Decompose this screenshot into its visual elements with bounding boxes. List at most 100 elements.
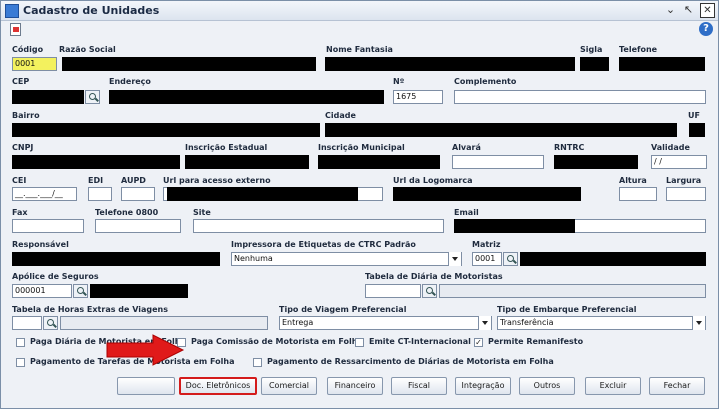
impressora-value: Nenhuma (234, 254, 273, 263)
validade-label: Validade (651, 143, 690, 152)
telefone0800-field[interactable] (95, 219, 181, 233)
permite-remanifesto-label: Permite Remanifesto (488, 337, 584, 346)
tabela-diaria-lookup-icon[interactable] (422, 284, 437, 298)
tipo-viagem-value: Entrega (282, 318, 314, 327)
altura-label: Altura (619, 176, 647, 185)
responsavel-field[interactable] (12, 252, 220, 266)
codigo-field[interactable]: 0001 (12, 57, 57, 71)
cnpj-field[interactable] (12, 155, 180, 169)
cei-label: CEI (12, 176, 27, 185)
uf-field[interactable] (689, 123, 705, 137)
altura-field[interactable] (619, 187, 657, 201)
outros-button[interactable]: Outros (519, 377, 575, 395)
tabela-diaria-name-field (439, 284, 706, 298)
impressora-select[interactable]: Nenhuma (231, 252, 462, 266)
bairro-label: Bairro (12, 111, 40, 120)
numero-label: Nº (393, 77, 405, 86)
responsavel-label: Responsável (12, 240, 69, 249)
apolice-lookup-icon[interactable] (73, 284, 88, 298)
pagamento-tarefas-checkbox[interactable] (16, 358, 25, 367)
cei-field[interactable]: __.___.___/__ (12, 187, 77, 201)
excluir-button[interactable]: Excluir (585, 377, 641, 395)
telefone-field[interactable] (619, 57, 705, 71)
tabela-horas-label: Tabela de Horas Extras de Viagens (12, 305, 168, 314)
permite-remanifesto-checkbox[interactable]: ✓ (474, 338, 483, 347)
rntrc-label: RNTRC (554, 143, 585, 152)
matriz-field[interactable]: 0001 (472, 252, 502, 266)
aupd-field[interactable] (121, 187, 155, 201)
tabela-diaria-field[interactable] (365, 284, 421, 298)
help-icon[interactable]: ? (699, 22, 713, 36)
nome-fantasia-label: Nome Fantasia (326, 45, 393, 54)
codigo-label: Código (12, 45, 44, 54)
largura-label: Largura (666, 176, 702, 185)
comercial-button[interactable]: Comercial (261, 377, 317, 395)
aupd-label: AUPD (121, 176, 146, 185)
razao-social-field[interactable] (62, 57, 316, 71)
inscricao-estadual-field[interactable] (185, 155, 309, 169)
endereco-label: Endereço (109, 77, 151, 86)
bairro-field[interactable] (12, 123, 320, 137)
doc-eletronicos-button[interactable]: Doc. Eletrônicos (179, 377, 257, 395)
tabela-horas-lookup-icon[interactable] (43, 316, 58, 330)
financeiro-button[interactable]: Financeiro (327, 377, 383, 395)
red-arrow-icon (106, 334, 185, 366)
validade-field[interactable]: / / (651, 155, 707, 169)
document-icon[interactable] (10, 23, 21, 36)
cidade-field[interactable] (325, 123, 677, 137)
integracao-button[interactable]: Integração (455, 377, 511, 395)
complemento-field[interactable] (454, 90, 706, 104)
paga-diaria-checkbox[interactable] (16, 338, 25, 347)
impressora-label: Impressora de Etiquetas de CTRC Padrão (231, 240, 416, 249)
restore-button[interactable]: ↖ (681, 3, 696, 18)
tipo-viagem-select[interactable]: Entrega (279, 316, 492, 330)
edi-field[interactable] (88, 187, 112, 201)
cep-field[interactable] (12, 90, 84, 104)
apolice-field[interactable]: 000001 (12, 284, 72, 298)
tipo-embarque-select[interactable]: Transferência (497, 316, 706, 330)
tipo-embarque-value: Transferência (500, 318, 554, 327)
tabela-horas-name-field (60, 316, 268, 330)
sigla-field[interactable] (580, 57, 609, 71)
emite-ct-internacional-checkbox[interactable] (355, 338, 364, 347)
paga-comissao-label: Paga Comissão de Motorista em Folha (191, 337, 363, 346)
fax-field[interactable] (12, 219, 84, 233)
chevron-down-icon[interactable] (478, 316, 491, 330)
fiscal-button[interactable]: Fiscal (391, 377, 447, 395)
rntrc-field[interactable] (554, 155, 638, 169)
pagamento-ressarcimento-checkbox[interactable] (253, 358, 262, 367)
fechar-button[interactable]: Fechar (649, 377, 705, 395)
largura-field[interactable] (666, 187, 706, 201)
complemento-label: Complemento (454, 77, 517, 86)
chevron-down-icon[interactable] (692, 316, 705, 330)
tipo-embarque-label: Tipo de Embarque Preferencial (497, 305, 637, 314)
endereco-field[interactable] (109, 90, 384, 104)
cep-label: CEP (12, 77, 30, 86)
uf-label: UF (688, 111, 700, 120)
tabela-horas-field[interactable] (12, 316, 42, 330)
minimize-button[interactable]: ⌄ (663, 3, 678, 18)
close-button[interactable]: ✕ (700, 3, 715, 18)
site-label: Site (193, 208, 211, 217)
numero-field[interactable]: 1675 (393, 90, 443, 104)
cep-lookup-icon[interactable] (85, 90, 100, 104)
window: Cadastro de Unidades ⌄ ↖ ✕ ? Código 0001… (0, 0, 719, 409)
matriz-name-field (520, 252, 706, 266)
sigla-label: Sigla (580, 45, 603, 54)
nome-fantasia-field[interactable] (325, 57, 575, 71)
site-field[interactable] (193, 219, 444, 233)
telefone0800-label: Telefone 0800 (95, 208, 159, 217)
edi-label: EDI (88, 176, 104, 185)
inscricao-municipal-field[interactable] (318, 155, 440, 169)
fax-label: Fax (12, 208, 28, 217)
app-icon (5, 4, 19, 18)
apolice-name-field (90, 284, 188, 298)
alvara-field[interactable] (452, 155, 544, 169)
url-acesso-value-redacted (167, 187, 358, 201)
chevron-down-icon[interactable] (448, 252, 461, 266)
matriz-lookup-icon[interactable] (503, 252, 518, 266)
title-bar: Cadastro de Unidades ⌄ ↖ ✕ (1, 1, 718, 21)
emite-ct-internacional-label: Emite CT-Internacional (369, 337, 471, 346)
blank-button[interactable] (117, 377, 175, 395)
url-logomarca-field[interactable] (393, 187, 581, 201)
